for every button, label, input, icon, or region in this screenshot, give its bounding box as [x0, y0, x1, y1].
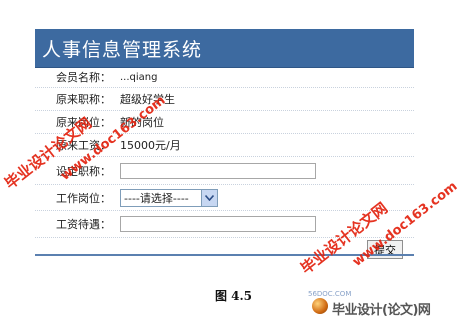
- logo-url: 56DOC.COM: [308, 290, 352, 298]
- set-title-input[interactable]: [120, 162, 316, 179]
- work-position-select[interactable]: ----请选择----: [120, 188, 218, 207]
- member-name-value: ...qiang: [120, 71, 158, 83]
- logo-text: 毕业设计(论文)网: [332, 303, 431, 318]
- old-salary-value: 15000元/月: [120, 139, 181, 152]
- work-position-row: 工作岗位： ----请选择----: [35, 185, 414, 211]
- work-position-label: 工作岗位：: [56, 191, 111, 205]
- site-logo: 56DOC.COM 毕业设计(论文)网: [300, 290, 467, 320]
- salary-label: 工资待遇：: [56, 218, 111, 231]
- old-title-row: 原来职称： 超级好学生: [35, 88, 414, 111]
- chevron-down-icon[interactable]: [201, 189, 217, 206]
- app-header: 人事信息管理系统: [35, 29, 414, 68]
- old-title-label: 原来职称：: [56, 93, 111, 106]
- work-position-selected: ----请选择----: [124, 191, 189, 205]
- salary-input[interactable]: [120, 216, 316, 232]
- globe-icon: [312, 298, 328, 314]
- member-name-row: 会员名称： ...qiang: [35, 67, 414, 88]
- member-name-label: 会员名称：: [56, 71, 111, 84]
- app-title: 人事信息管理系统: [42, 38, 203, 61]
